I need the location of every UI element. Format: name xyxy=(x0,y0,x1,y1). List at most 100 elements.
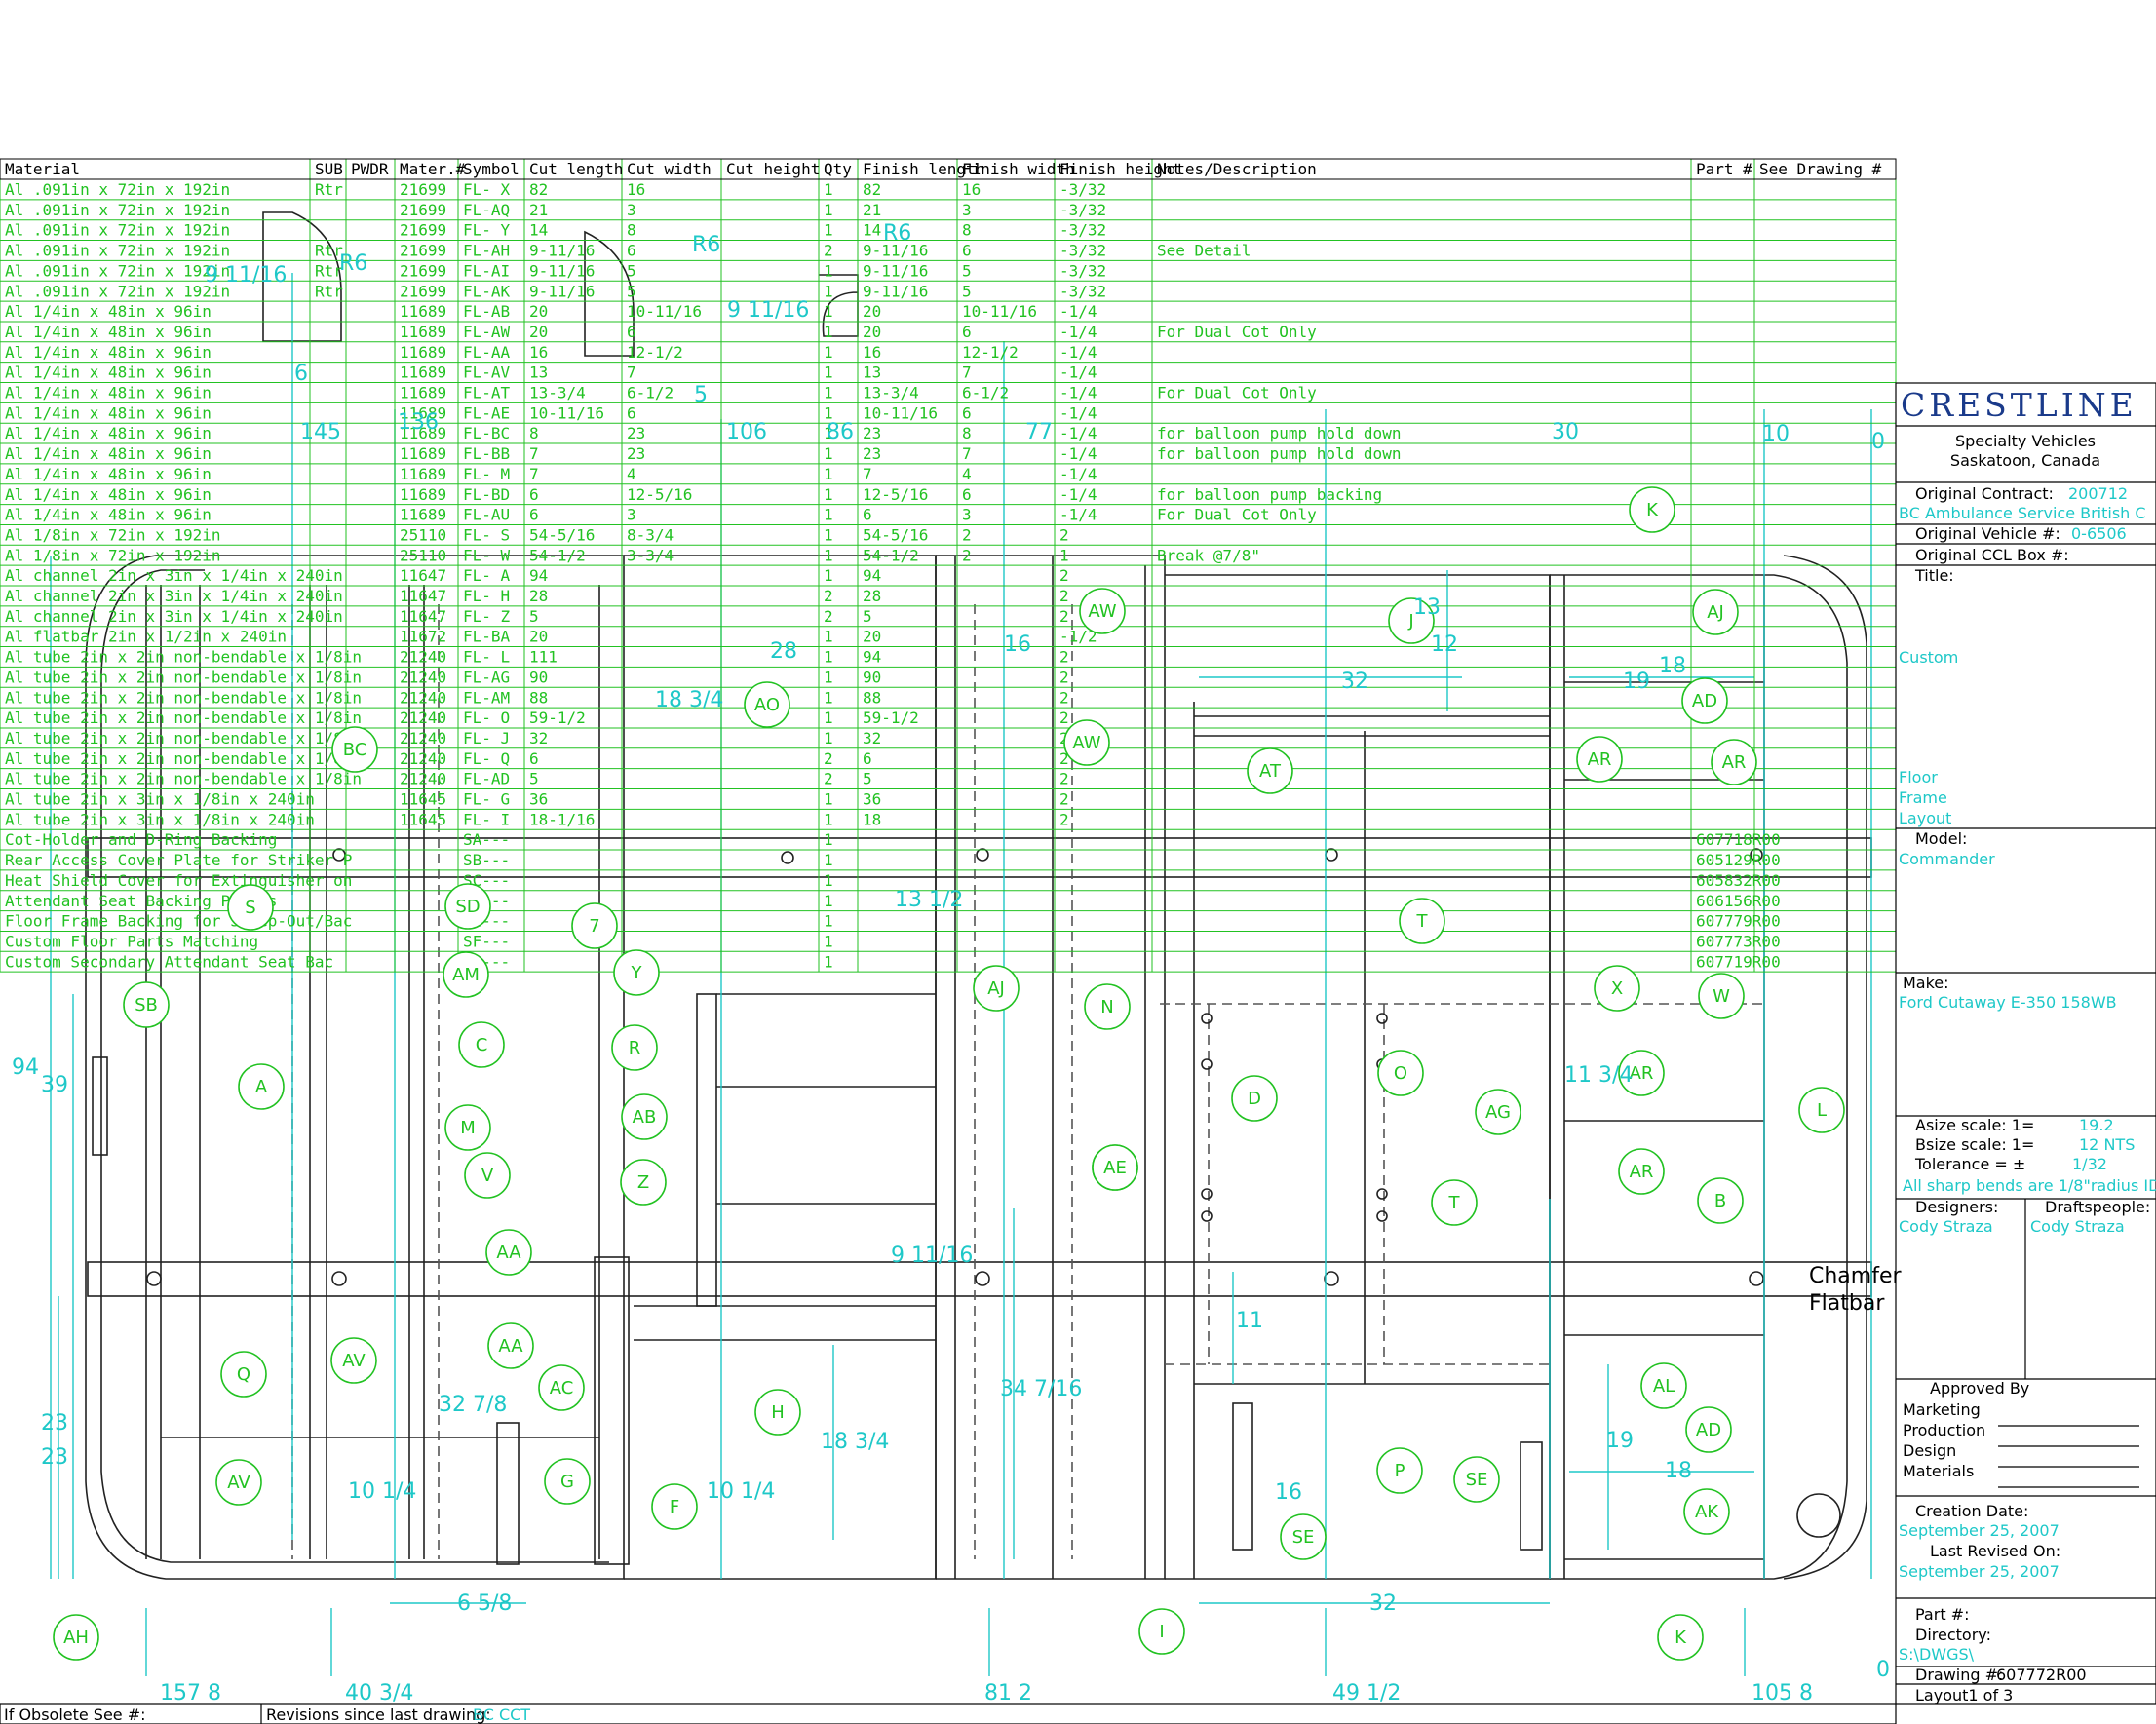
bom-cell: FL-BC xyxy=(463,424,510,442)
bom-cell: 5 xyxy=(863,770,872,788)
callout-label: AB xyxy=(633,1107,657,1128)
bom-cell: 11672 xyxy=(400,628,446,646)
bom-cell: 8-3/4 xyxy=(627,525,674,544)
bom-cell: 10-11/16 xyxy=(863,403,938,422)
original-contract-label: Original Contract: xyxy=(1915,484,2054,503)
bom-cell: 1 xyxy=(824,180,833,199)
callout-label: O xyxy=(1394,1063,1407,1084)
callout-label: Q xyxy=(237,1364,250,1385)
bom-cell: 21240 xyxy=(400,749,446,768)
callout-label: AR xyxy=(1588,749,1612,770)
bom-cell: 23 xyxy=(627,444,645,463)
bom-cell: 54-1/2 xyxy=(529,546,586,564)
callout-bubble: AD xyxy=(1685,1406,1732,1453)
callout-bubble: AV xyxy=(215,1459,262,1506)
callout-label: AA xyxy=(498,1336,523,1357)
customer-name: BC Ambulance Service British C xyxy=(1899,504,2146,522)
callout-label: AG xyxy=(1485,1102,1511,1123)
bom-cell: For Dual Cot Only xyxy=(1157,506,1317,524)
bom-cell: 6 xyxy=(962,242,972,260)
bom-header-cell: Material xyxy=(5,160,80,178)
bom-cell: 1 xyxy=(824,465,833,483)
bom-cell: 605832R00 xyxy=(1696,871,1781,890)
drawing-number-label: Drawing #: xyxy=(1915,1666,2003,1684)
bom-cell: 1 xyxy=(824,525,833,544)
bom-cell: 20 xyxy=(529,302,548,321)
bom-cell: 12-1/2 xyxy=(627,343,683,362)
bom-cell: 32 xyxy=(863,729,881,747)
bom-cell: 54-5/16 xyxy=(529,525,595,544)
bom-cell: 21699 xyxy=(400,221,446,240)
bom-cell: 12-5/16 xyxy=(627,485,692,504)
bom-cell: FL- G xyxy=(463,790,510,809)
bom-cell: SA--- xyxy=(463,830,510,849)
callout-bubble: S xyxy=(227,884,274,931)
bom-cell: 1 xyxy=(824,851,833,869)
bom-cell: 1 xyxy=(824,871,833,890)
approval-design: Design xyxy=(1903,1441,1956,1460)
bom-cell: 13-3/4 xyxy=(863,384,919,402)
callout-bubble: AR xyxy=(1711,739,1757,785)
callout-bubble: H xyxy=(754,1389,801,1436)
bom-cell: Al 1/8in x 72in x 192in xyxy=(5,525,221,544)
callout-bubble: N xyxy=(1084,983,1131,1030)
title-label: Title: xyxy=(1914,566,1954,585)
bom-cell: Al tube 2in x 2in non-bendable x 1/8in xyxy=(5,709,362,727)
bom-cell: 11689 xyxy=(400,485,446,504)
drawing-number-value: 607772R00 xyxy=(1996,1666,2087,1684)
bom-cell: Custom Secondary Attendant Seat Bac xyxy=(5,952,333,971)
callout-label: AR xyxy=(1722,752,1747,773)
bom-cell: 6 xyxy=(627,403,636,422)
callout-label: AJ xyxy=(1707,602,1724,623)
callout-label: A xyxy=(255,1077,268,1097)
designers-label: Designers: xyxy=(1915,1198,1998,1216)
dimension-label: 13 1/2 xyxy=(895,888,963,912)
bom-cell: Al 1/4in x 48in x 96in xyxy=(5,424,212,442)
bom-cell: 6 xyxy=(863,749,872,768)
bom-cell: 59-1/2 xyxy=(529,709,586,727)
directory-label: Directory: xyxy=(1915,1626,1991,1644)
bom-cell: FL- Z xyxy=(463,607,511,626)
bom-cell: 6 xyxy=(627,323,636,341)
bom-cell: 16 xyxy=(627,180,645,199)
dimension-label: 23 xyxy=(41,1445,68,1470)
draftsperson-name: Cody Straza xyxy=(2030,1217,2125,1236)
bom-cell: 21699 xyxy=(400,180,446,199)
bom-cell: Break @7/8" xyxy=(1157,546,1260,564)
bom-cell: 8 xyxy=(529,424,539,442)
bom-cell: 1 xyxy=(824,506,833,524)
callout-label: M xyxy=(460,1118,476,1138)
bom-cell: 11689 xyxy=(400,465,446,483)
bom-cell: 32 xyxy=(529,729,548,747)
bom-cell: Al 1/4in x 48in x 96in xyxy=(5,403,212,422)
bom-header-cell: Notes/Description xyxy=(1157,160,1317,178)
bom-cell: 6 xyxy=(962,323,972,341)
bom-cell: 7 xyxy=(863,465,872,483)
bom-cell: 11689 xyxy=(400,302,446,321)
bom-cell: 1 xyxy=(824,566,833,585)
bom-cell: 9-11/16 xyxy=(863,282,928,300)
bom-cell: 20 xyxy=(529,323,548,341)
bom-cell: 1 xyxy=(824,546,833,564)
bom-cell: 1 xyxy=(824,364,833,382)
bom-cell: -3/32 xyxy=(1059,282,1106,300)
bom-cell: 1 xyxy=(824,729,833,747)
bom-cell: FL-BA xyxy=(463,628,511,646)
callout-bubble: BC xyxy=(331,726,378,773)
bom-cell: FL-AB xyxy=(463,302,510,321)
callout-label: S xyxy=(245,898,255,918)
bom-cell: 2 xyxy=(1059,709,1069,727)
bom-cell: FL-AK xyxy=(463,282,511,300)
bom-cell: 18-1/16 xyxy=(529,810,595,828)
callout-bubble: AJ xyxy=(1692,589,1739,635)
callout-bubble: G xyxy=(544,1458,591,1505)
bom-cell: 10-11/16 xyxy=(962,302,1037,321)
callout-bubble: AT xyxy=(1247,747,1293,794)
callout-label: AK xyxy=(1695,1502,1719,1522)
bom-cell: 607719R00 xyxy=(1696,952,1781,971)
dimension-label: 86 xyxy=(827,420,854,444)
bom-cell: 2 xyxy=(1059,688,1069,707)
bom-cell: 3 xyxy=(962,201,972,219)
bom-cell: 1 xyxy=(824,668,833,686)
bom-cell: 94 xyxy=(863,648,881,667)
